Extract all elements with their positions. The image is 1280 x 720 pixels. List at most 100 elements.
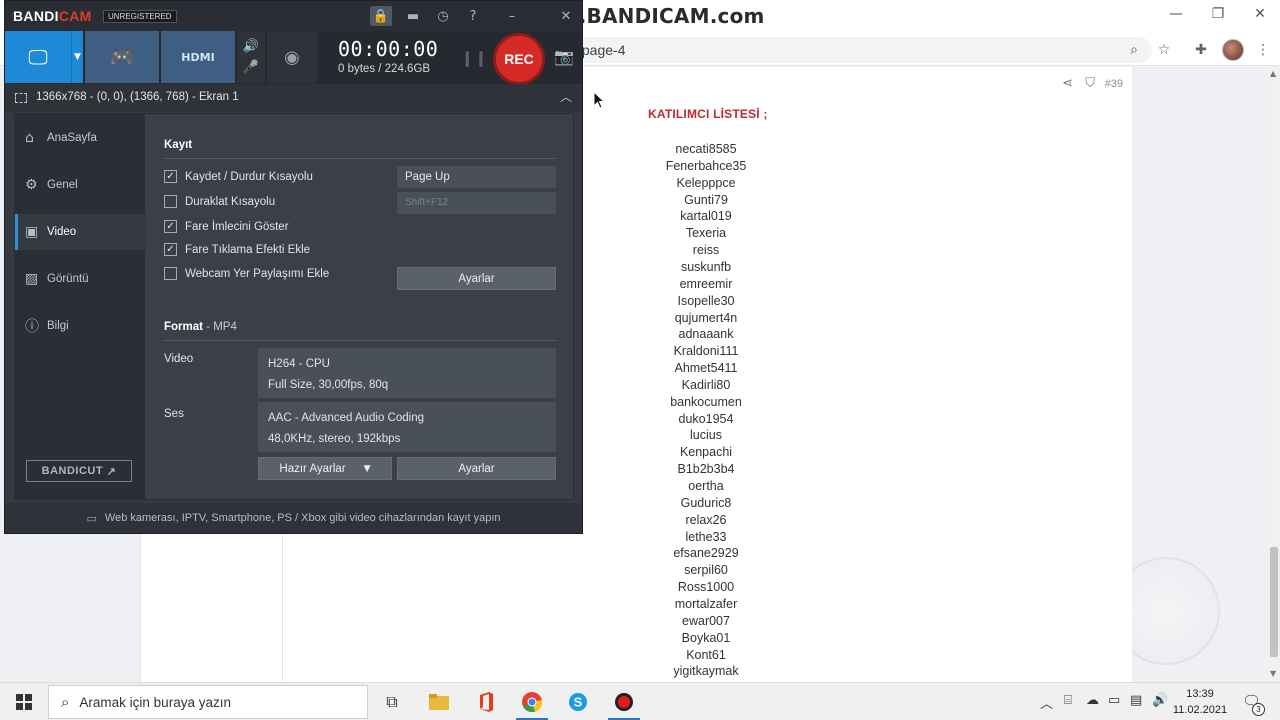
restore-icon[interactable]: ❐ (1196, 0, 1240, 28)
screen-mode-icon[interactable]: 🖵 (5, 31, 71, 83)
settings-panel: ⌂ AnaSayfa ⚙ Genel ▣ Video ▨ Görüntü ⓘ Bilgi … (14, 113, 574, 500)
sidebar-item-anasayfa[interactable]: ⌂ AnaSayfa (15, 120, 145, 156)
webcam-icon[interactable]: ◉ (267, 31, 317, 83)
chrome-icon[interactable] (510, 686, 554, 720)
chevron-down-icon[interactable]: ▼ (71, 31, 83, 83)
webcam-settings-button[interactable]: Ayarlar (397, 267, 556, 290)
sidebar-item-bilgi[interactable]: ⓘ Bilgi (15, 308, 145, 344)
pause-hotkey-checkbox[interactable]: Duraklat Kısayolu (164, 195, 275, 208)
camera-icon[interactable]: 📷 (554, 47, 574, 66)
gamepad-icon[interactable]: 🎮 (85, 31, 159, 83)
gear-icon: ⚙ (25, 177, 38, 193)
sidebar-item-goruntu[interactable]: ▨ Görüntü (15, 261, 145, 297)
format-section-title: Format - MP4 (164, 321, 237, 333)
lock-icon[interactable]: 🔒 (370, 6, 392, 26)
chevron-up-icon[interactable]: ︿ (1040, 693, 1053, 712)
show-cursor-checkbox[interactable]: ✓ Fare İmlecini Göster (164, 220, 289, 233)
folder-icon[interactable]: ▬ (402, 6, 424, 26)
recording-timer: 00:00:00 (338, 37, 439, 61)
video-format-box[interactable]: H264 - CPU Full Size, 30,00fps, 80q (258, 348, 556, 398)
webcam-overlay-checkbox[interactable]: Webcam Yer Paylaşımı Ekle (164, 267, 329, 280)
sidebar-item-genel[interactable]: ⚙ Genel (15, 167, 145, 203)
list-item: kartal019 (680, 209, 732, 224)
pause-hotkey-field[interactable]: Shift+F12 (397, 192, 556, 214)
record-hotkey-checkbox[interactable]: ✓ Kaydet / Durdur Kısayolu (164, 170, 313, 183)
audio-format-box[interactable]: AAC - Advanced Audio Coding 48,0KHz, ste… (258, 402, 556, 452)
audio-controls[interactable]: 🔊 🎤 (237, 31, 265, 83)
video-detail: Full Size, 30,00fps, 80q (268, 379, 389, 391)
list-item: Kenpachi (679, 445, 733, 460)
speaker-icon[interactable]: 🔊 (243, 39, 259, 54)
hdmi-icon[interactable]: HDMI (161, 31, 235, 83)
pause-icon[interactable]: ❙❙ (461, 49, 488, 67)
kebab-menu-icon[interactable]: ⋮ (1252, 39, 1274, 61)
battery-icon[interactable]: ▭ (1108, 693, 1120, 708)
puzzle-icon[interactable]: ✚ (1190, 39, 1212, 61)
scrollbar[interactable]: ▲ ▼ (1268, 67, 1280, 682)
list-item: Boyka01 (681, 630, 731, 645)
bandicut-button[interactable]: BANDICUT ↗ (26, 460, 132, 482)
checkbox-unchecked-icon (164, 195, 177, 208)
mode-toolbar: 🖵 ▼ 🎮 HDMI 🔊 🎤 ◉ 00:00:00 0 bytes / 224.6… (5, 31, 582, 85)
share-icon[interactable]: ⋖ (1062, 76, 1073, 91)
unregistered-badge: UNREGISTERED (103, 10, 177, 23)
minimize-icon[interactable]: — (1154, 0, 1198, 28)
star-icon[interactable]: ☆ (1153, 39, 1175, 61)
office-icon[interactable] (464, 686, 508, 718)
bandicam-footer[interactable]: ▭ Web kamerası, IPTV, Smartphone, PS / Xb… (5, 503, 582, 533)
list-item: Kraldoni111 (673, 344, 739, 359)
bookmark-icon[interactable]: ⛉ (1085, 76, 1095, 91)
file-explorer-icon[interactable] (417, 686, 461, 718)
list-item: adnaaank (678, 327, 734, 342)
checkbox-checked-icon: ✓ (164, 243, 177, 256)
avatar[interactable] (1222, 39, 1244, 61)
task-view-icon[interactable]: ⧉ (370, 686, 414, 718)
skype-icon[interactable]: S (556, 686, 600, 718)
click-effect-checkbox[interactable]: ✓ Fare Tıklama Efekti Ekle (164, 243, 310, 256)
chevron-down-icon: ▼ (363, 463, 371, 474)
format-settings-button[interactable]: Ayarlar (397, 457, 556, 480)
divider (164, 340, 556, 341)
clock-icon[interactable]: ◷ (432, 6, 454, 26)
sidebar-item-video[interactable]: ▣ Video (15, 214, 145, 250)
help-icon[interactable]: ? (462, 6, 484, 26)
address-bar[interactable]: /page-4 (560, 37, 1152, 63)
post-number[interactable]: #39 (1105, 78, 1123, 90)
close-icon[interactable]: ✕ (1238, 0, 1280, 28)
microphone-icon[interactable]: 🎤 (243, 60, 259, 75)
region-bar[interactable]: 1366x768 - (0, 0), (1366, 768) - Ekran 1… (5, 84, 582, 112)
close-icon[interactable]: ✕ (555, 6, 577, 26)
volume-icon[interactable]: 🔊 (1152, 693, 1168, 708)
zoom-icon[interactable]: ⌕ (1123, 39, 1145, 61)
system-clock[interactable]: 13:39 11.02.2021 (1172, 686, 1228, 718)
scroll-thumb[interactable] (1270, 547, 1278, 657)
list-item: emreemir (679, 276, 733, 291)
sidebar: ⌂ AnaSayfa ⚙ Genel ▣ Video ▨ Görüntü ⓘ Bilgi … (15, 114, 145, 499)
minimize-icon[interactable]: – (501, 6, 523, 26)
list-item: Kelepppce (676, 175, 736, 190)
scroll-down-icon[interactable]: ▼ (1270, 670, 1278, 678)
list-item: Kadirli80 (681, 377, 731, 392)
mouse-cursor-icon (593, 91, 606, 109)
notification-badge: 3 (1252, 703, 1265, 716)
chevron-up-icon[interactable]: ︿ (560, 88, 572, 105)
rec-button[interactable]: REC (493, 33, 545, 85)
scroll-up-icon[interactable]: ▲ (1270, 70, 1278, 78)
list-item: Guduric8 (680, 495, 732, 510)
network-icon[interactable]: ▤ (1130, 693, 1142, 708)
onedrive-icon[interactable]: ☁ (1086, 693, 1099, 708)
bandicam-icon[interactable] (602, 686, 646, 720)
list-item: Fenerbahce35 (665, 158, 747, 173)
presets-button[interactable]: Hazır Ayarlar ▼ (258, 457, 392, 480)
svg-text:S: S (574, 695, 583, 710)
checkbox-checked-icon: ✓ (164, 170, 177, 183)
record-hotkey-field[interactable]: Page Up (397, 166, 556, 188)
region-text: 1366x768 - (0, 0), (1366, 768) - Ekran 1 (36, 91, 239, 103)
chat-icon: ▭ (86, 511, 97, 525)
taskbar-search[interactable]: ⌕ Aramak için buraya yazın (48, 685, 368, 719)
list-item: suskunfb (680, 259, 732, 274)
windows-start-icon[interactable] (0, 683, 48, 720)
meet-now-icon[interactable]: ⌸ (1064, 693, 1072, 708)
list-item: duko1954 (678, 411, 734, 426)
list-item: efsane2929 (673, 546, 739, 561)
